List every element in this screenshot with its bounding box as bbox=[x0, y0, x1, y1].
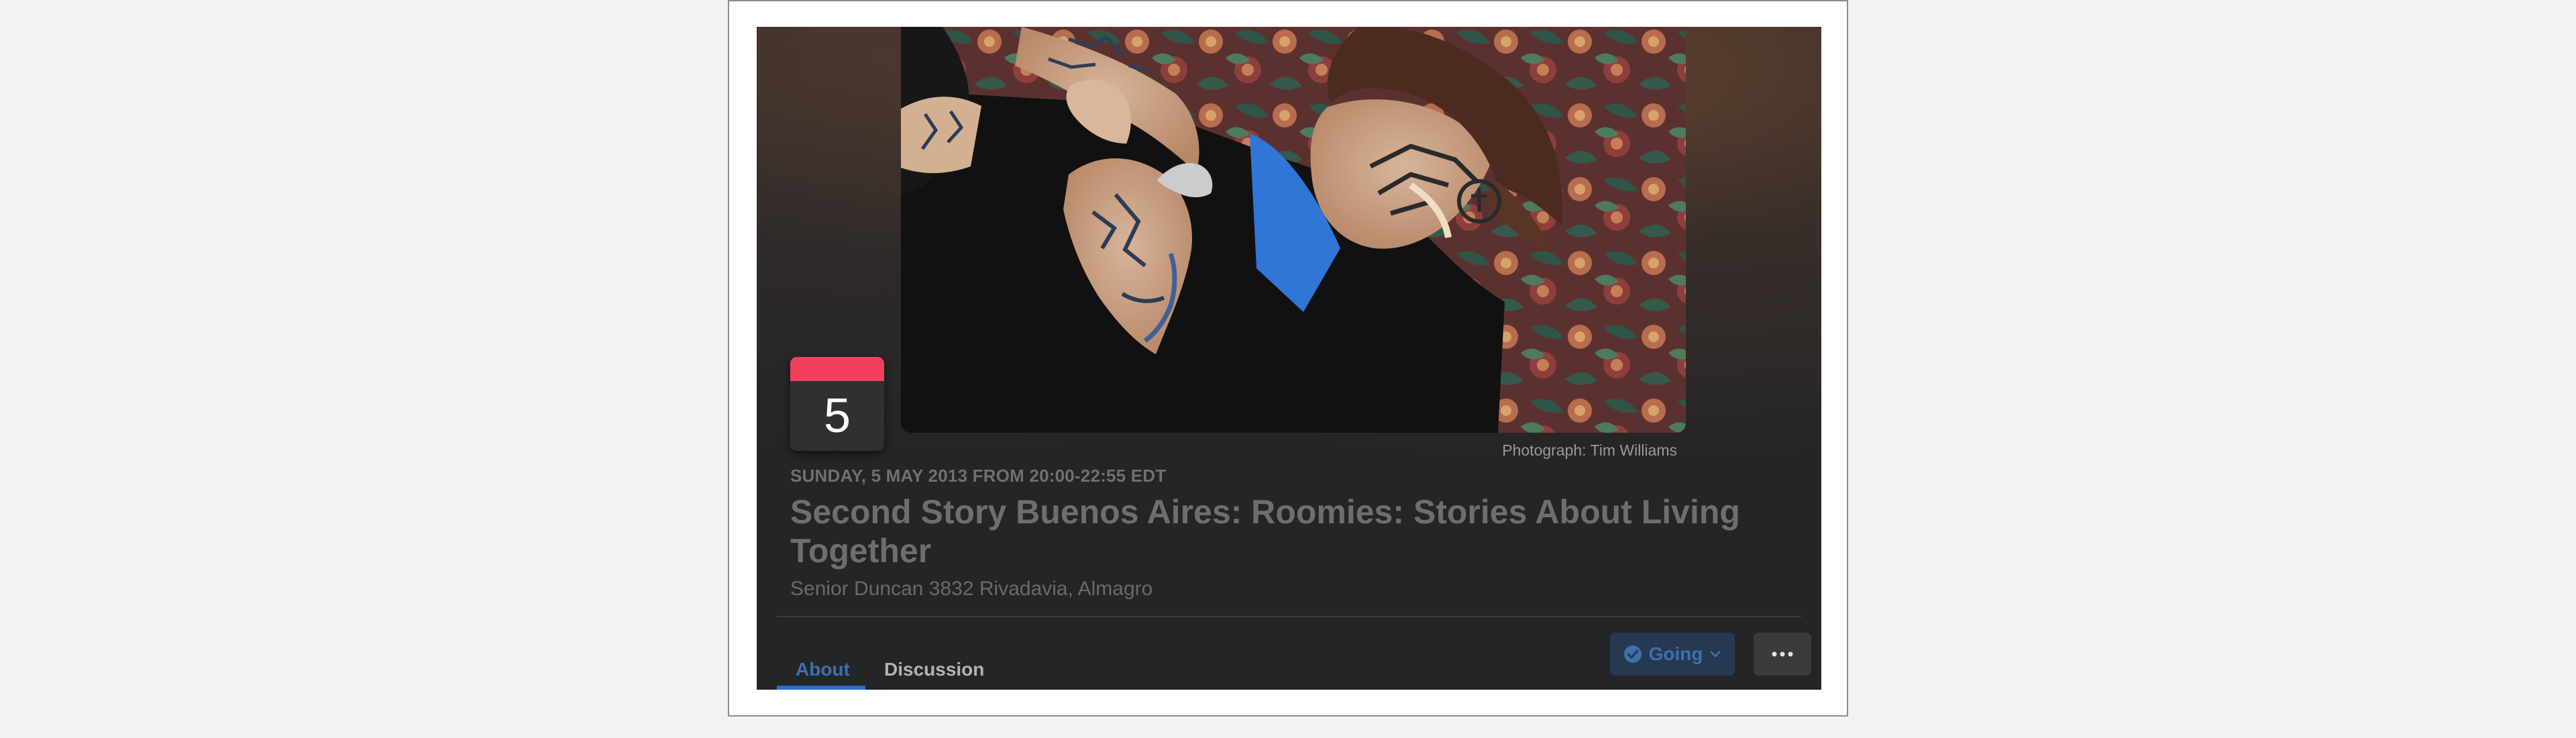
photo-credit: Photograph: Tim Williams bbox=[1502, 441, 1677, 459]
event-title: Second Story Buenos Aires: Roomies: Stor… bbox=[790, 493, 1740, 570]
tab-discussion[interactable]: Discussion bbox=[884, 659, 984, 680]
event-location: Senior Duncan 3832 Rivadavia, Almagro bbox=[790, 578, 1153, 600]
calendar-top-band bbox=[790, 357, 884, 381]
going-label: Going bbox=[1648, 643, 1703, 664]
tabs-divider bbox=[777, 616, 1801, 617]
check-circle-icon bbox=[1623, 645, 1642, 664]
event-date-badge: 5 bbox=[790, 357, 884, 451]
more-horizontal-icon bbox=[1772, 651, 1793, 657]
tab-about[interactable]: About bbox=[796, 659, 850, 680]
going-button[interactable]: Going bbox=[1610, 633, 1735, 676]
chevron-down-icon bbox=[1709, 648, 1721, 660]
more-options-button[interactable] bbox=[1754, 633, 1811, 676]
active-tab-indicator bbox=[777, 686, 865, 690]
event-header-card: Photograph: Tim Williams 5 SUNDAY, 5 MAY… bbox=[757, 27, 1821, 690]
event-day-number: 5 bbox=[823, 389, 851, 443]
event-date-time: SUNDAY, 5 MAY 2013 FROM 20:00-22:55 EDT bbox=[790, 466, 1167, 486]
event-cover-photo bbox=[901, 27, 1686, 433]
cover-photo-illustration bbox=[901, 27, 1686, 433]
